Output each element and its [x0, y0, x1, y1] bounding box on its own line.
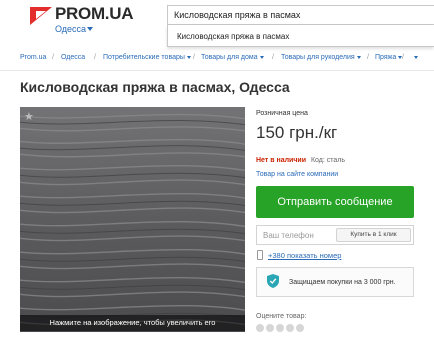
search-suggestion[interactable]: Кисловодская пряжа в пасмах — [167, 25, 434, 47]
shield-icon — [267, 274, 279, 288]
breadcrumb-item-yarn[interactable]: Пряжа — [375, 54, 403, 61]
breadcrumb-label: Пряжа — [375, 54, 397, 61]
phone-icon — [257, 250, 263, 260]
breadcrumb-item-home-goods[interactable]: Товары для дома — [201, 54, 264, 61]
send-message-button[interactable]: Отправить сообщение — [256, 186, 414, 218]
product-image[interactable] — [20, 107, 245, 332]
rating-star-icon[interactable] — [286, 324, 294, 332]
stock-status: Нет в наличии — [256, 157, 307, 164]
breadcrumb-separator: / — [272, 54, 274, 61]
city-selector[interactable]: Одесса — [55, 24, 86, 34]
chevron-down-icon[interactable] — [87, 27, 93, 31]
favorite-star-icon[interactable]: ★ — [24, 112, 34, 123]
breadcrumb-item-handicraft[interactable]: Товары для рукоделия — [281, 54, 361, 61]
breadcrumb-separator: / — [52, 54, 54, 61]
price-label: Розничная цена — [256, 110, 308, 117]
rating-star-icon[interactable] — [276, 324, 284, 332]
search-input[interactable] — [167, 5, 434, 25]
protection-text: Защищаем покупки на 3 000 грн. — [289, 279, 396, 286]
divider — [0, 70, 434, 71]
buy-one-click-button[interactable]: Купить в 1 клик — [336, 228, 411, 242]
yarn-photo — [20, 107, 245, 332]
top-header: PROM.UA Одесса Кисловодская пряжа в пасм… — [0, 0, 434, 48]
breadcrumb-more[interactable] — [412, 54, 418, 61]
chevron-down-icon[interactable] — [414, 55, 418, 59]
breadcrumb: Prom.ua / Одесса / Потребительские товар… — [0, 52, 434, 66]
page-title: Кисловодская пряжа в пасмах, Одесса — [20, 79, 290, 95]
product-code: Код: сталь — [310, 157, 346, 164]
breadcrumb-item-city[interactable]: Одесса — [61, 54, 85, 61]
company-site-link[interactable]: Товар на сайте компании — [256, 171, 338, 178]
image-zoom-hint[interactable]: Нажмите на изображение, чтобы увеличить … — [20, 315, 245, 331]
rating-star-icon[interactable] — [266, 324, 274, 332]
chevron-down-icon[interactable] — [356, 55, 361, 59]
rate-label: Оцените товар: — [256, 313, 307, 320]
breadcrumb-separator: / — [193, 54, 195, 61]
breadcrumb-label: Товары для дома — [201, 54, 258, 61]
breadcrumb-item-consumer-goods[interactable]: Потребительские товары — [103, 54, 191, 61]
breadcrumb-separator: / — [402, 54, 404, 61]
price: 150 грн./кг — [256, 123, 338, 142]
logo-text[interactable]: PROM.UA — [55, 4, 133, 24]
prom-logo-icon[interactable] — [30, 4, 52, 26]
rating-star-icon[interactable] — [296, 324, 304, 332]
breadcrumb-item-prom[interactable]: Prom.ua — [20, 54, 46, 61]
rating-star-icon[interactable] — [256, 324, 264, 332]
stock-line: Нет в наличии Код: сталь — [256, 157, 345, 164]
chevron-down-icon[interactable] — [259, 55, 264, 59]
breadcrumb-label: Товары для рукоделия — [281, 54, 355, 61]
breadcrumb-label: Потребительские товары — [103, 54, 185, 61]
breadcrumb-separator: / — [94, 54, 96, 61]
chevron-down-icon[interactable] — [186, 55, 191, 59]
show-phone-link[interactable]: +380 показать номер — [268, 251, 341, 260]
breadcrumb-separator: / — [367, 54, 369, 61]
